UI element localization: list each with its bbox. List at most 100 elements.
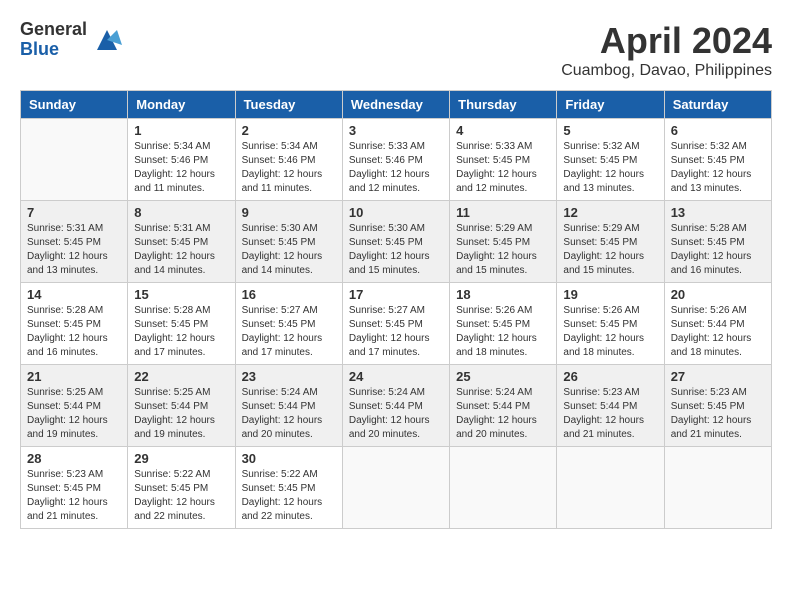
day-info: Sunrise: 5:26 AM Sunset: 5:45 PM Dayligh… [456,304,550,360]
weekday-header: Sunday [21,91,128,119]
calendar-week-row: 1 Sunrise: 5:34 AM Sunset: 5:46 PM Daylig… [21,119,772,201]
day-number: 21 [27,369,121,384]
day-number: 1 [134,123,228,138]
day-number: 12 [563,205,657,220]
day-info: Sunrise: 5:33 AM Sunset: 5:45 PM Dayligh… [456,140,550,196]
calendar-cell: 15 Sunrise: 5:28 AM Sunset: 5:45 PM Dayli… [128,283,235,365]
calendar-cell: 10 Sunrise: 5:30 AM Sunset: 5:45 PM Dayli… [342,201,449,283]
day-info: Sunrise: 5:30 AM Sunset: 5:45 PM Dayligh… [349,222,443,278]
calendar-cell: 28 Sunrise: 5:23 AM Sunset: 5:45 PM Dayli… [21,447,128,529]
calendar-cell: 13 Sunrise: 5:28 AM Sunset: 5:45 PM Dayli… [664,201,771,283]
calendar-cell [342,447,449,529]
calendar-cell: 14Sunrise: 5:28 AM Sunset: 5:45 PM Dayli… [21,283,128,365]
day-info: Sunrise: 5:23 AM Sunset: 5:45 PM Dayligh… [27,468,121,524]
day-info: Sunrise: 5:28 AM Sunset: 5:45 PM Dayligh… [134,304,228,360]
day-number: 23 [242,369,336,384]
calendar-week-row: 7 Sunrise: 5:31 AM Sunset: 5:45 PM Daylig… [21,201,772,283]
calendar-week-row: 28 Sunrise: 5:23 AM Sunset: 5:45 PM Dayli… [21,447,772,529]
weekday-header: Wednesday [342,91,449,119]
day-info: Sunrise: 5:29 AM Sunset: 5:45 PM Dayligh… [456,222,550,278]
day-number: 27 [671,369,765,384]
calendar-cell [557,447,664,529]
day-info: Sunrise: 5:23 AM Sunset: 5:44 PM Dayligh… [563,386,657,442]
day-info: Sunrise: 5:25 AM Sunset: 5:44 PM Dayligh… [27,386,121,442]
day-number: 18 [456,287,550,302]
day-info: Sunrise: 5:25 AM Sunset: 5:44 PM Dayligh… [134,386,228,442]
calendar-cell: 1 Sunrise: 5:34 AM Sunset: 5:46 PM Daylig… [128,119,235,201]
logo-blue-text: Blue [20,40,87,60]
calendar-cell: 22 Sunrise: 5:25 AM Sunset: 5:44 PM Dayli… [128,365,235,447]
day-number: 29 [134,451,228,466]
calendar-cell: 27 Sunrise: 5:23 AM Sunset: 5:45 PM Dayli… [664,365,771,447]
calendar-cell: 29 Sunrise: 5:22 AM Sunset: 5:45 PM Dayli… [128,447,235,529]
day-info: Sunrise: 5:26 AM Sunset: 5:45 PM Dayligh… [563,304,657,360]
calendar-cell: 9 Sunrise: 5:30 AM Sunset: 5:45 PM Daylig… [235,201,342,283]
day-info: Sunrise: 5:22 AM Sunset: 5:45 PM Dayligh… [134,468,228,524]
day-number: 4 [456,123,550,138]
day-info: Sunrise: 5:32 AM Sunset: 5:45 PM Dayligh… [671,140,765,196]
day-number: 2 [242,123,336,138]
day-number: 24 [349,369,443,384]
day-number: 6 [671,123,765,138]
day-number: 13 [671,205,765,220]
day-number: 3 [349,123,443,138]
day-number: 10 [349,205,443,220]
weekday-header: Thursday [450,91,557,119]
logo: General Blue [20,20,122,60]
day-number: 22 [134,369,228,384]
calendar-cell: 24 Sunrise: 5:24 AM Sunset: 5:44 PM Dayli… [342,365,449,447]
day-number: 25 [456,369,550,384]
day-info: Sunrise: 5:32 AM Sunset: 5:45 PM Dayligh… [563,140,657,196]
weekday-header: Saturday [664,91,771,119]
day-info: Sunrise: 5:26 AM Sunset: 5:44 PM Dayligh… [671,304,765,360]
calendar-cell: 21 Sunrise: 5:25 AM Sunset: 5:44 PM Dayli… [21,365,128,447]
day-number: 15 [134,287,228,302]
day-number: 7 [27,205,121,220]
calendar-week-row: 21 Sunrise: 5:25 AM Sunset: 5:44 PM Dayli… [21,365,772,447]
day-info: Sunrise: 5:27 AM Sunset: 5:45 PM Dayligh… [349,304,443,360]
day-info: Sunrise: 5:24 AM Sunset: 5:44 PM Dayligh… [242,386,336,442]
day-info: Sunrise: 5:31 AM Sunset: 5:45 PM Dayligh… [134,222,228,278]
day-info: Sunrise: 5:24 AM Sunset: 5:44 PM Dayligh… [349,386,443,442]
subtitle: Cuambog, Davao, Philippines [561,62,772,80]
day-number: 30 [242,451,336,466]
day-number: 28 [27,451,121,466]
calendar-cell: 20 Sunrise: 5:26 AM Sunset: 5:44 PM Dayli… [664,283,771,365]
title-area: April 2024 Cuambog, Davao, Philippines [561,20,772,80]
day-info: Sunrise: 5:34 AM Sunset: 5:46 PM Dayligh… [134,140,228,196]
calendar-cell: 6 Sunrise: 5:32 AM Sunset: 5:45 PM Daylig… [664,119,771,201]
day-number: 9 [242,205,336,220]
header: General Blue April 2024 Cuambog, Davao, … [20,20,772,80]
day-number: 17 [349,287,443,302]
day-info: Sunrise: 5:22 AM Sunset: 5:45 PM Dayligh… [242,468,336,524]
calendar-cell: 4 Sunrise: 5:33 AM Sunset: 5:45 PM Daylig… [450,119,557,201]
calendar-cell: 2 Sunrise: 5:34 AM Sunset: 5:46 PM Daylig… [235,119,342,201]
calendar-cell: 30 Sunrise: 5:22 AM Sunset: 5:45 PM Dayli… [235,447,342,529]
day-info: Sunrise: 5:31 AM Sunset: 5:45 PM Dayligh… [27,222,121,278]
day-info: Sunrise: 5:24 AM Sunset: 5:44 PM Dayligh… [456,386,550,442]
calendar-cell [21,119,128,201]
calendar-cell: 17 Sunrise: 5:27 AM Sunset: 5:45 PM Dayli… [342,283,449,365]
day-info: Sunrise: 5:27 AM Sunset: 5:45 PM Dayligh… [242,304,336,360]
day-number: 16 [242,287,336,302]
logo-icon [92,25,122,55]
calendar-cell: 25 Sunrise: 5:24 AM Sunset: 5:44 PM Dayli… [450,365,557,447]
day-info: Sunrise: 5:23 AM Sunset: 5:45 PM Dayligh… [671,386,765,442]
day-number: 20 [671,287,765,302]
day-info: Sunrise: 5:30 AM Sunset: 5:45 PM Dayligh… [242,222,336,278]
calendar-cell: 19Sunrise: 5:26 AM Sunset: 5:45 PM Dayli… [557,283,664,365]
calendar-cell: 7 Sunrise: 5:31 AM Sunset: 5:45 PM Daylig… [21,201,128,283]
calendar-cell: 18 Sunrise: 5:26 AM Sunset: 5:45 PM Dayli… [450,283,557,365]
calendar-cell: 8Sunrise: 5:31 AM Sunset: 5:45 PM Daylig… [128,201,235,283]
weekday-header: Friday [557,91,664,119]
day-number: 11 [456,205,550,220]
day-info: Sunrise: 5:33 AM Sunset: 5:46 PM Dayligh… [349,140,443,196]
calendar-cell: 23 Sunrise: 5:24 AM Sunset: 5:44 PM Dayli… [235,365,342,447]
calendar-cell [450,447,557,529]
logo-general-text: General [20,20,87,40]
day-info: Sunrise: 5:28 AM Sunset: 5:45 PM Dayligh… [27,304,121,360]
calendar-cell: 3 Sunrise: 5:33 AM Sunset: 5:46 PM Daylig… [342,119,449,201]
day-info: Sunrise: 5:34 AM Sunset: 5:46 PM Dayligh… [242,140,336,196]
day-info: Sunrise: 5:29 AM Sunset: 5:45 PM Dayligh… [563,222,657,278]
day-info: Sunrise: 5:28 AM Sunset: 5:45 PM Dayligh… [671,222,765,278]
